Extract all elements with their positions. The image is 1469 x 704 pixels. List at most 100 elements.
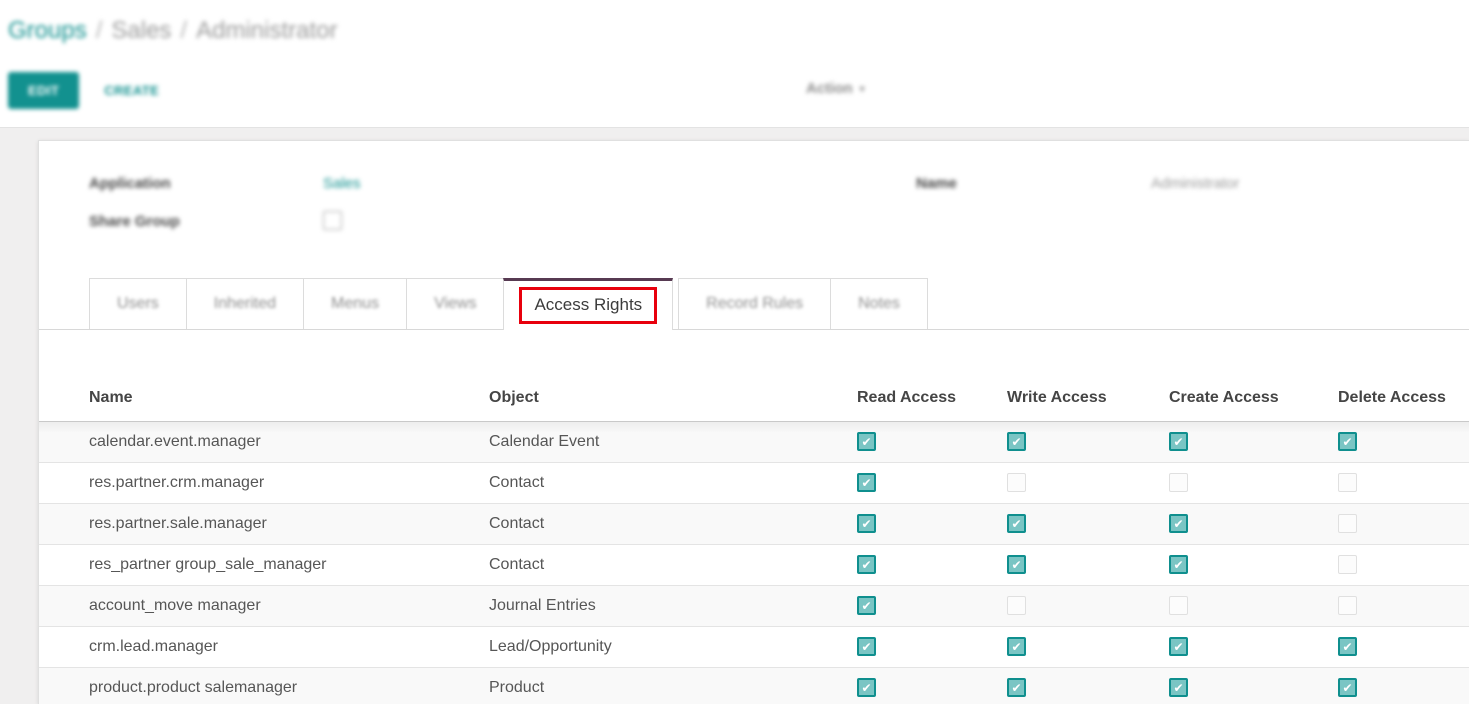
table-row[interactable]: res_partner group_sale_managerContact✔✔✔ xyxy=(39,544,1469,585)
delete-access-cell xyxy=(1338,585,1469,626)
checkmark-icon: ✔ xyxy=(1173,559,1183,571)
share-group-checkbox[interactable] xyxy=(323,211,342,230)
checkmark-icon: ✔ xyxy=(1011,518,1021,530)
share-group-label: Share Group xyxy=(89,213,180,230)
column-header-name[interactable]: Name xyxy=(39,376,489,421)
read-access-cell: ✔ xyxy=(857,503,1007,544)
create-access-cell: ✔ xyxy=(1169,667,1338,704)
create-access-checkbox[interactable]: ✔ xyxy=(1169,637,1188,656)
checkmark-icon: ✔ xyxy=(861,641,871,653)
delete-access-checkbox[interactable] xyxy=(1338,514,1357,533)
column-header-create[interactable]: Create Access xyxy=(1169,376,1338,421)
tab-access-rights[interactable]: Access Rights xyxy=(503,278,673,330)
tab-users[interactable]: Users xyxy=(89,278,187,329)
create-access-checkbox[interactable]: ✔ xyxy=(1169,555,1188,574)
read-access-cell: ✔ xyxy=(857,626,1007,667)
name-value: Administrator xyxy=(1151,175,1239,192)
cell-object: Contact xyxy=(489,544,857,585)
tab-inherited[interactable]: Inherited xyxy=(186,278,304,329)
write-access-checkbox[interactable]: ✔ xyxy=(1007,637,1026,656)
create-access-checkbox[interactable] xyxy=(1169,596,1188,615)
create-access-checkbox[interactable]: ✔ xyxy=(1169,514,1188,533)
table-row[interactable]: calendar.event.managerCalendar Event✔✔✔✔ xyxy=(39,421,1469,462)
table-row[interactable]: account_move managerJournal Entries✔ xyxy=(39,585,1469,626)
action-dropdown[interactable]: Action▾ xyxy=(806,80,865,97)
action-label: Action xyxy=(806,80,853,97)
checkmark-icon: ✔ xyxy=(1173,436,1183,448)
delete-access-checkbox[interactable] xyxy=(1338,555,1357,574)
checkmark-icon: ✔ xyxy=(1342,682,1352,694)
breadcrumb-sales[interactable]: Sales xyxy=(111,17,171,44)
read-access-checkbox[interactable]: ✔ xyxy=(857,596,876,615)
checkmark-icon: ✔ xyxy=(1342,641,1352,653)
tab-views[interactable]: Views xyxy=(406,278,504,329)
write-access-checkbox[interactable]: ✔ xyxy=(1007,555,1026,574)
cell-name: crm.lead.manager xyxy=(39,626,489,667)
column-header-write[interactable]: Write Access xyxy=(1007,376,1169,421)
edit-button[interactable]: EDIT xyxy=(8,72,79,109)
checkmark-icon: ✔ xyxy=(1342,436,1352,448)
create-access-checkbox[interactable] xyxy=(1169,473,1188,492)
cell-object: Contact xyxy=(489,462,857,503)
checkmark-icon: ✔ xyxy=(1173,682,1183,694)
read-access-checkbox[interactable]: ✔ xyxy=(857,637,876,656)
breadcrumb-administrator: Administrator xyxy=(196,17,337,44)
write-access-cell: ✔ xyxy=(1007,544,1169,585)
breadcrumb-separator: / xyxy=(180,17,187,44)
write-access-cell xyxy=(1007,462,1169,503)
table-row[interactable]: res.partner.crm.managerContact✔ xyxy=(39,462,1469,503)
cell-name: account_move manager xyxy=(39,585,489,626)
column-header-read[interactable]: Read Access xyxy=(857,376,1007,421)
create-access-cell xyxy=(1169,462,1338,503)
delete-access-cell xyxy=(1338,544,1469,585)
checkmark-icon: ✔ xyxy=(861,436,871,448)
tab-menus[interactable]: Menus xyxy=(303,278,407,329)
write-access-checkbox[interactable] xyxy=(1007,473,1026,492)
checkmark-icon: ✔ xyxy=(1173,518,1183,530)
column-header-delete[interactable]: Delete Access xyxy=(1338,376,1469,421)
delete-access-checkbox[interactable] xyxy=(1338,473,1357,492)
checkmark-icon: ✔ xyxy=(861,477,871,489)
delete-access-checkbox[interactable] xyxy=(1338,596,1357,615)
write-access-checkbox[interactable]: ✔ xyxy=(1007,514,1026,533)
form-sheet: Application Sales Share Group Name Admin… xyxy=(38,140,1469,704)
write-access-checkbox[interactable] xyxy=(1007,596,1026,615)
read-access-cell: ✔ xyxy=(857,585,1007,626)
write-access-cell: ✔ xyxy=(1007,667,1169,704)
breadcrumb-separator: / xyxy=(96,17,103,44)
read-access-checkbox[interactable]: ✔ xyxy=(857,432,876,451)
tab-label: Record Rules xyxy=(706,295,803,313)
application-label: Application xyxy=(89,175,171,192)
delete-access-checkbox[interactable]: ✔ xyxy=(1338,432,1357,451)
tab-record-rules[interactable]: Record Rules xyxy=(678,278,831,329)
column-header-object[interactable]: Object xyxy=(489,376,857,421)
create-button[interactable]: CREATE xyxy=(104,83,159,98)
create-access-cell: ✔ xyxy=(1169,503,1338,544)
read-access-checkbox[interactable]: ✔ xyxy=(857,678,876,697)
cell-object: Product xyxy=(489,667,857,704)
write-access-cell: ✔ xyxy=(1007,503,1169,544)
table-row[interactable]: res.partner.sale.managerContact✔✔✔ xyxy=(39,503,1469,544)
table-header: Name Object Read Access Write Access Cre… xyxy=(39,376,1469,421)
read-access-checkbox[interactable]: ✔ xyxy=(857,473,876,492)
checkmark-icon: ✔ xyxy=(861,559,871,571)
delete-access-checkbox[interactable]: ✔ xyxy=(1338,637,1357,656)
create-access-checkbox[interactable]: ✔ xyxy=(1169,678,1188,697)
write-access-checkbox[interactable]: ✔ xyxy=(1007,678,1026,697)
delete-access-checkbox[interactable]: ✔ xyxy=(1338,678,1357,697)
read-access-checkbox[interactable]: ✔ xyxy=(857,555,876,574)
application-value-link[interactable]: Sales xyxy=(323,175,361,192)
tab-notes[interactable]: Notes xyxy=(830,278,928,329)
table-row[interactable]: crm.lead.managerLead/Opportunity✔✔✔✔ xyxy=(39,626,1469,667)
table-row[interactable]: product.product salemanagerProduct✔✔✔✔ xyxy=(39,667,1469,704)
create-access-checkbox[interactable]: ✔ xyxy=(1169,432,1188,451)
control-panel: Groups / Sales / Administrator EDIT CREATE A… xyxy=(0,0,1469,128)
cell-object: Contact xyxy=(489,503,857,544)
breadcrumb-groups[interactable]: Groups xyxy=(8,17,87,44)
read-access-checkbox[interactable]: ✔ xyxy=(857,514,876,533)
tab-label: Menus xyxy=(331,295,379,313)
write-access-checkbox[interactable]: ✔ xyxy=(1007,432,1026,451)
cell-object: Calendar Event xyxy=(489,421,857,462)
access-rights-table: Name Object Read Access Write Access Cre… xyxy=(39,376,1469,704)
odoo-window: Groups / Sales / Administrator EDIT CREATE A… xyxy=(0,0,1469,704)
